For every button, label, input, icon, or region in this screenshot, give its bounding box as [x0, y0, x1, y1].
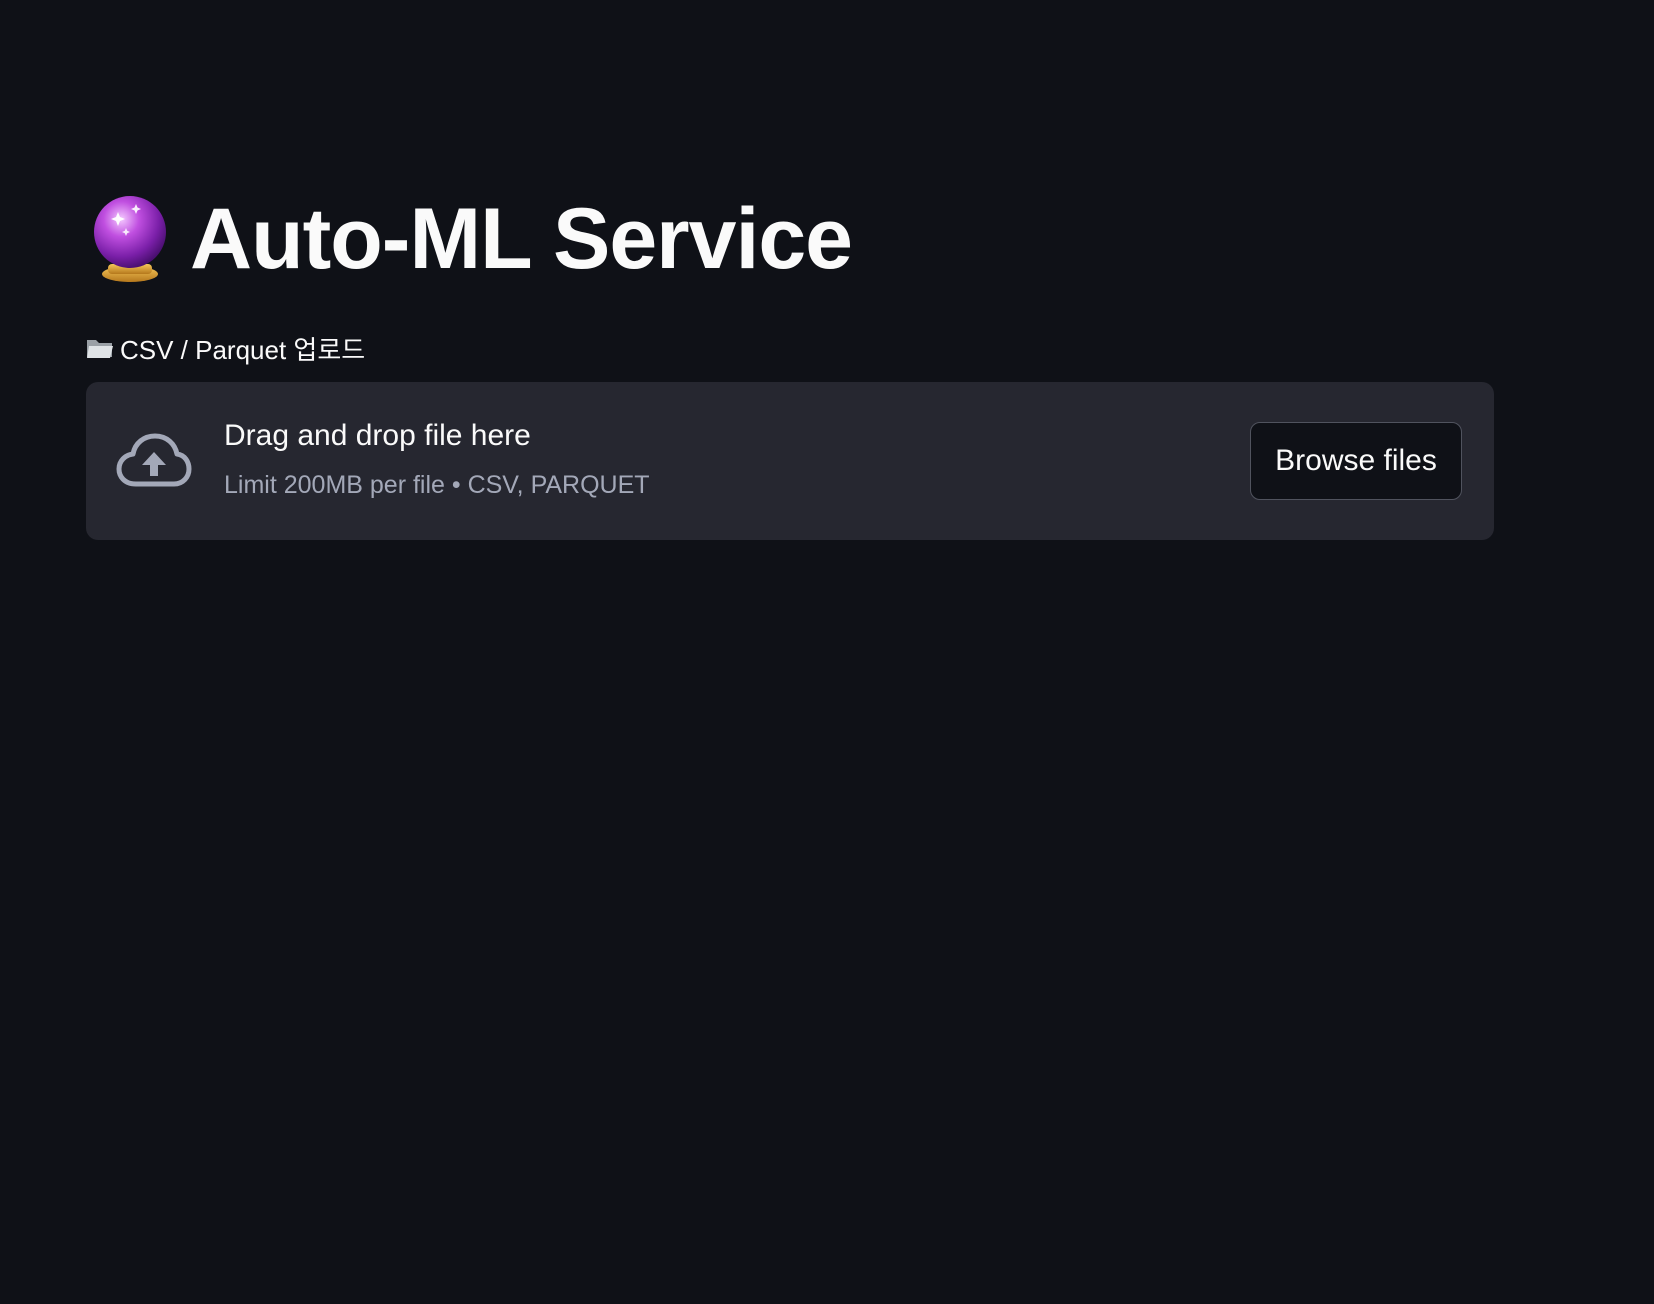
crystal-ball-icon — [90, 194, 170, 284]
dropzone-instructions: Drag and drop file here Limit 200MB per … — [224, 418, 650, 500]
cloud-upload-icon — [116, 432, 192, 488]
page-title-row: Auto-ML Service — [90, 191, 853, 287]
browse-files-button[interactable]: Browse files — [1250, 422, 1462, 500]
drag-drop-text: Drag and drop file here — [224, 419, 531, 452]
uploader-label-text: CSV / Parquet 업로드 — [120, 334, 366, 365]
page-title: Auto-ML Service — [190, 191, 853, 287]
file-dropzone[interactable]: Drag and drop file here Limit 200MB per … — [86, 382, 1494, 540]
uploader-label: CSV / Parquet 업로드 — [86, 330, 365, 366]
file-limit-text: Limit 200MB per file • CSV, PARQUET — [224, 471, 650, 499]
open-folder-icon — [86, 336, 114, 360]
app-page: Auto-ML Service CSV / Parquet 업로드 Drag a… — [0, 0, 1654, 1304]
